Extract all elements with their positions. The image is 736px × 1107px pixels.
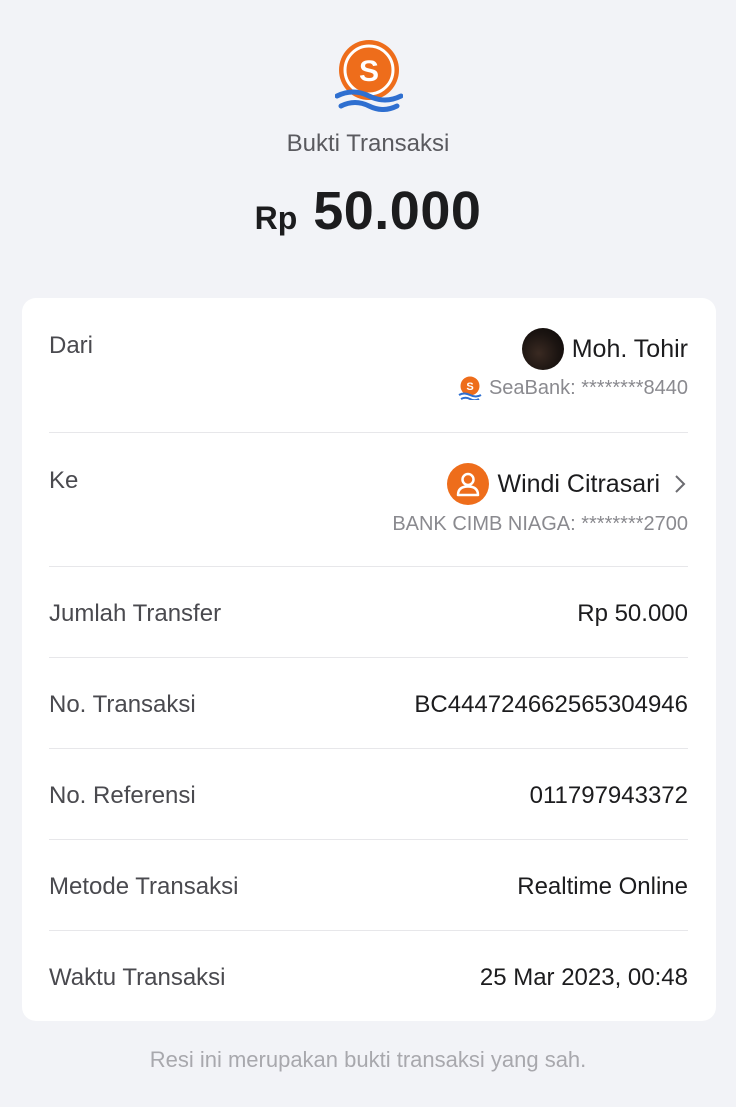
transaction-amount: Rp 50.000 [0,180,736,242]
row-to[interactable]: Ke Windi Citrasari BANK CIMB NIAGA: ****… [49,463,688,543]
transaction-number-label: No. Transaksi [49,691,196,718]
transaction-method-value: Realtime Online [517,873,688,900]
reference-number-label: No. Referensi [49,782,196,809]
row-reference-number: No. Referensi 011797943372 [49,782,688,812]
chevron-right-icon [672,472,688,496]
svg-text:S: S [466,381,473,393]
transaction-time-value: 25 Mar 2023, 00:48 [479,964,688,991]
to-label: Ke [49,467,79,494]
transaction-details-card: Dari Moh. Tohir S SeaBank: ********8440 … [22,298,716,1021]
divider [49,748,688,749]
sender-name: Moh. Tohir [571,334,688,363]
row-transfer-amount: Jumlah Transfer Rp 50.000 [49,600,688,630]
footer-note: Resi ini merupakan bukti transaksi yang … [149,1047,587,1072]
transfer-amount-label: Jumlah Transfer [49,600,222,627]
from-label: Dari [49,332,94,359]
sender-account: S SeaBank: ********8440 [458,376,688,402]
user-icon [447,463,490,505]
sender-account-text: SeaBank: ********8440 [488,376,688,399]
transfer-amount-value: Rp 50.000 [577,600,688,627]
recipient-name: Windi Citrasari [497,469,660,498]
divider [49,432,688,433]
transaction-method-label: Metode Transaksi [49,873,239,900]
seabank-logo-icon: S [334,40,404,112]
sender-avatar [521,328,564,370]
divider [49,930,688,931]
divider [49,657,688,658]
reference-number-value: 011797943372 [529,782,688,809]
divider [49,839,688,840]
row-from: Dari Moh. Tohir S SeaBank: ********8440 [49,328,688,408]
page-title: Bukti Transaksi [286,130,450,157]
svg-text:S: S [359,55,379,88]
divider [49,566,688,567]
from-party: Moh. Tohir [521,328,688,370]
recipient-link[interactable]: Windi Citrasari [447,463,688,505]
row-transaction-time: Waktu Transaksi 25 Mar 2023, 00:48 [49,964,688,994]
recipient-account: BANK CIMB NIAGA: ********2700 [392,513,688,535]
amount-value: 50.000 [313,181,482,241]
transaction-time-label: Waktu Transaksi [49,964,226,991]
row-transaction-method: Metode Transaksi Realtime Online [49,873,688,903]
row-transaction-number: No. Transaksi BC444724662565304946 [49,691,688,721]
seabank-mini-icon: S [458,376,482,402]
amount-currency: Rp [254,200,298,236]
transaction-number-value: BC444724662565304946 [414,691,688,718]
